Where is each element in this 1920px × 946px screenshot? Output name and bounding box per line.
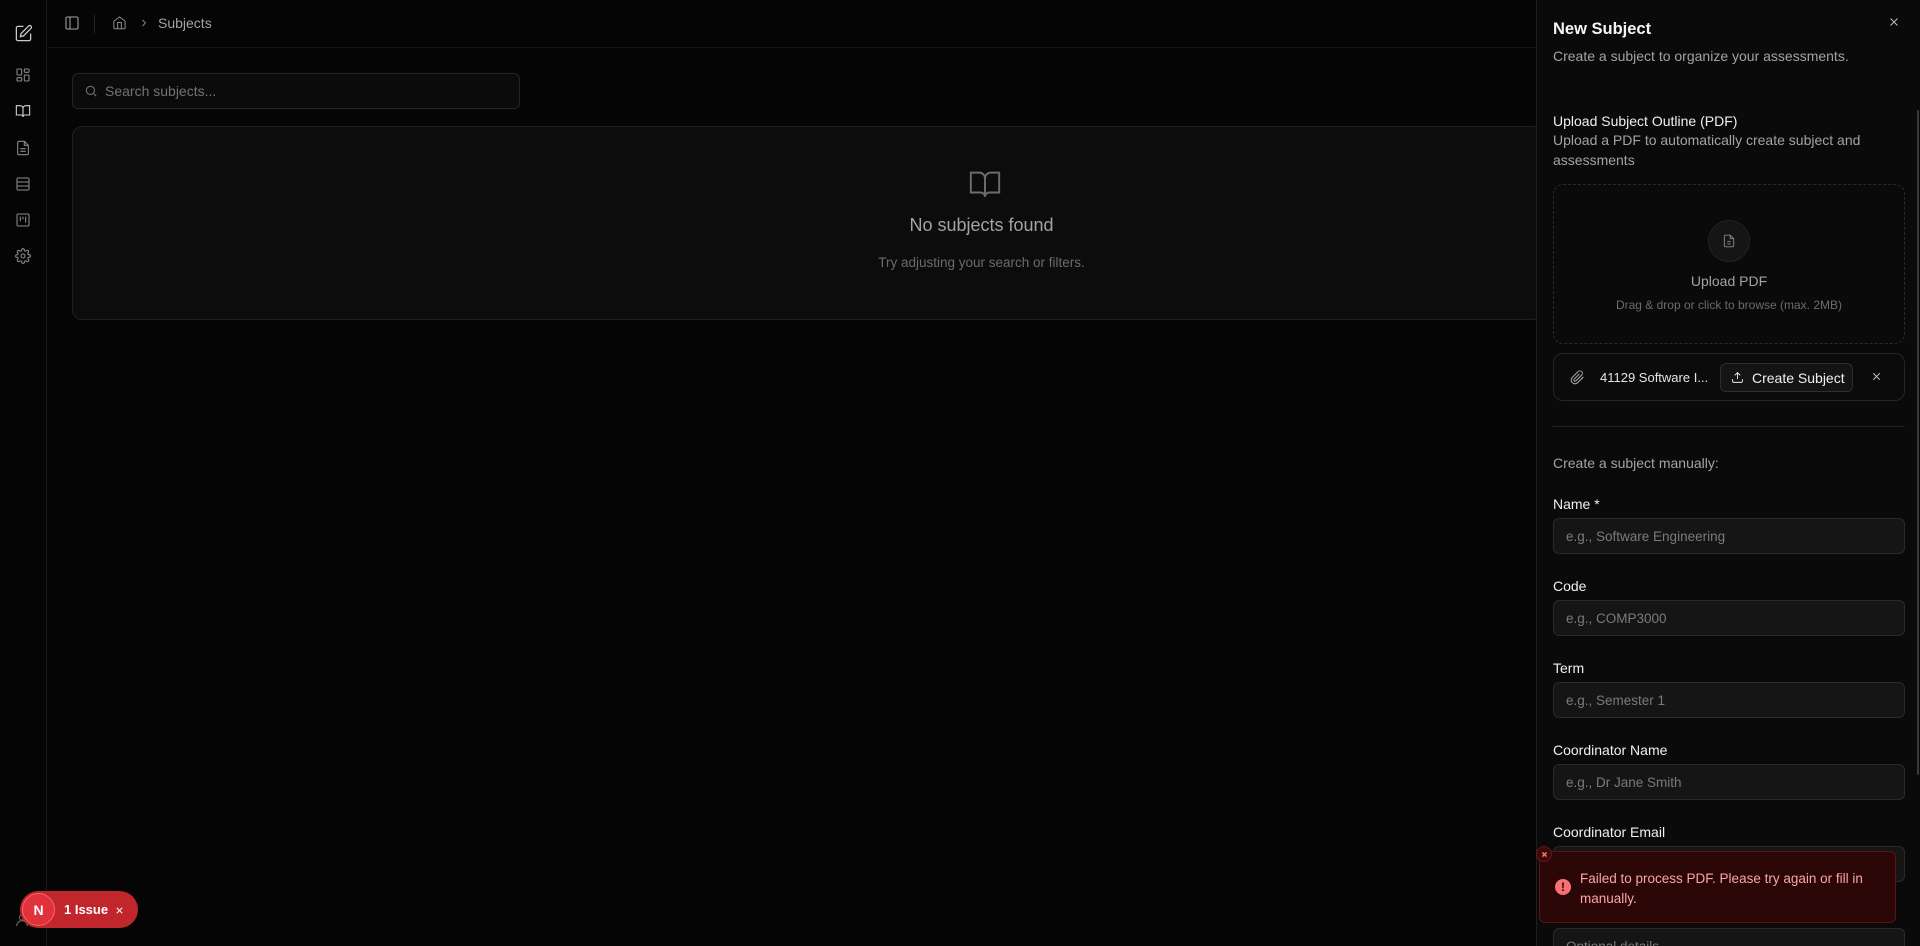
- file-icon: [1708, 220, 1750, 262]
- upload-section-title: Upload Subject Outline (PDF): [1553, 113, 1738, 129]
- details-field[interactable]: [1553, 928, 1905, 946]
- pdf-dropzone[interactable]: Upload PDF Drag & drop or click to brows…: [1553, 184, 1905, 344]
- coordinator-email-label: Coordinator Email: [1553, 824, 1666, 840]
- drawer-title: New Subject: [1553, 20, 1652, 38]
- toggle-sidebar-icon[interactable]: [64, 15, 82, 33]
- manual-section-label: Create a subject manually:: [1553, 455, 1719, 471]
- dropzone-title: Upload PDF: [1690, 273, 1768, 289]
- code-field[interactable]: [1553, 600, 1905, 636]
- selected-file-row: 41129 Software I... Create Subject: [1553, 353, 1905, 401]
- book-icon[interactable]: [12, 100, 34, 122]
- coordinator-name-label: Coordinator Name: [1553, 742, 1668, 758]
- term-label: Term: [1553, 660, 1585, 676]
- section-divider: [1553, 426, 1905, 427]
- error-toast: ! Failed to process PDF. Please try agai…: [1539, 851, 1896, 923]
- toast-close-icon[interactable]: [1536, 846, 1552, 862]
- name-field[interactable]: [1553, 518, 1905, 554]
- issues-badge[interactable]: N 1 Issue: [20, 891, 138, 928]
- name-label: Name *: [1553, 496, 1600, 512]
- coordinator-name-field[interactable]: [1553, 764, 1905, 800]
- top-bar: Subjects: [48, 0, 1536, 48]
- table-icon[interactable]: [12, 173, 34, 195]
- home-icon[interactable]: [112, 15, 127, 35]
- search-box: [72, 73, 520, 109]
- document-icon[interactable]: [12, 137, 34, 159]
- app-root: Subjects No subjects found Try adjusting…: [0, 0, 1920, 946]
- dashboard-icon[interactable]: [12, 64, 34, 86]
- drawer-scrollbar[interactable]: [1917, 110, 1919, 775]
- close-icon[interactable]: [1887, 15, 1901, 34]
- file-name: 41129 Software I...: [1600, 370, 1709, 385]
- new-subject-drawer: New Subject Create a subject to organize…: [1536, 0, 1920, 946]
- dropzone-hint: Drag & drop or click to browse (max. 2MB…: [1615, 298, 1843, 312]
- book-icon: [968, 167, 1002, 206]
- code-label: Code: [1553, 578, 1587, 594]
- gear-icon[interactable]: [12, 245, 34, 267]
- create-subject-label: Create Subject: [1752, 369, 1845, 386]
- term-field[interactable]: [1553, 682, 1905, 718]
- search-input[interactable]: [105, 74, 505, 108]
- paperclip-icon: [1570, 370, 1585, 390]
- board-icon[interactable]: [12, 209, 34, 231]
- breadcrumb-current: Subjects: [158, 15, 212, 31]
- toast-message: Failed to process PDF. Please try again …: [1580, 871, 1863, 906]
- chevron-right-icon: [138, 16, 150, 34]
- close-icon[interactable]: [114, 903, 125, 921]
- logo-icon[interactable]: [12, 22, 34, 44]
- create-subject-button[interactable]: Create Subject: [1720, 363, 1853, 392]
- issues-count-label[interactable]: 1 Issue: [64, 902, 108, 917]
- error-icon: !: [1555, 879, 1571, 895]
- empty-state-card: No subjects found Try adjusting your sea…: [72, 126, 1542, 320]
- remove-file-icon[interactable]: [1870, 370, 1883, 388]
- drawer-subtitle: Create a subject to organize your assess…: [1553, 48, 1849, 64]
- avatar[interactable]: N: [22, 893, 55, 926]
- toolbar-divider: [94, 15, 95, 33]
- upload-section-description: Upload a PDF to automatically create sub…: [1553, 132, 1861, 168]
- icon-rail: [0, 0, 47, 946]
- search-icon: [84, 84, 98, 103]
- upload-icon: [1732, 371, 1743, 383]
